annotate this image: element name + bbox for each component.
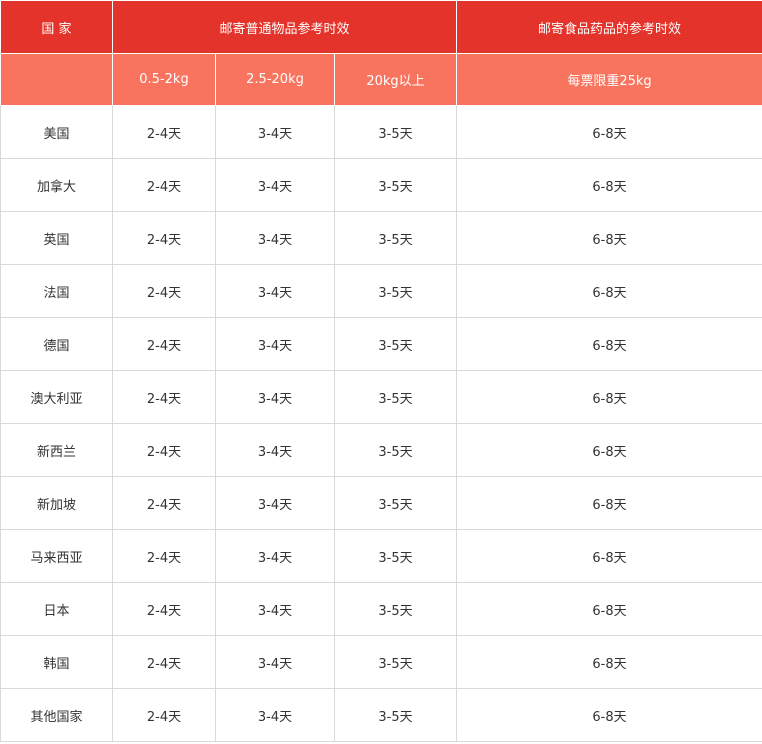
table-row: 马来西亚 2-4天 3-4天 3-5天 6-8天 [0,529,762,583]
time-cell-medium: 3-4天 [215,370,335,424]
time-cell-medium: 3-4天 [215,317,335,371]
time-cell-medium: 3-4天 [215,529,335,583]
time-cell-light: 2-4天 [112,317,216,371]
time-cell-medium: 3-4天 [215,635,335,689]
subheader-weight-3: 20kg以上 [334,53,457,106]
header-normal-goods: 邮寄普通物品参考时效 [112,0,457,54]
time-cell-heavy: 3-5天 [334,158,457,212]
shipping-time-table: 国 家 邮寄普通物品参考时效 邮寄食品药品的参考时效 0.5-2kg 2.5-2… [0,0,762,742]
time-cell-light: 2-4天 [112,158,216,212]
table-row: 其他国家 2-4天 3-4天 3-5天 6-8天 [0,688,762,742]
time-cell-heavy: 3-5天 [334,105,457,159]
time-cell-light: 2-4天 [112,264,216,318]
table-row: 美国 2-4天 3-4天 3-5天 6-8天 [0,105,762,159]
country-cell: 加拿大 [0,158,113,212]
time-cell-food: 6-8天 [456,317,762,371]
time-cell-medium: 3-4天 [215,688,335,742]
time-cell-medium: 3-4天 [215,105,335,159]
time-cell-light: 2-4天 [112,688,216,742]
time-cell-heavy: 3-5天 [334,688,457,742]
time-cell-medium: 3-4天 [215,582,335,636]
time-cell-light: 2-4天 [112,582,216,636]
table-row: 加拿大 2-4天 3-4天 3-5天 6-8天 [0,158,762,212]
time-cell-light: 2-4天 [112,211,216,265]
time-cell-food: 6-8天 [456,264,762,318]
country-cell: 日本 [0,582,113,636]
time-cell-heavy: 3-5天 [334,635,457,689]
table-row: 英国 2-4天 3-4天 3-5天 6-8天 [0,211,762,265]
subheader-blank [0,53,113,106]
country-cell: 马来西亚 [0,529,113,583]
time-cell-heavy: 3-5天 [334,582,457,636]
subheader-limit: 每票限重25kg [456,53,762,106]
subheader-weight-1: 0.5-2kg [112,53,216,106]
table-row: 法国 2-4天 3-4天 3-5天 6-8天 [0,264,762,318]
time-cell-medium: 3-4天 [215,158,335,212]
time-cell-heavy: 3-5天 [334,317,457,371]
time-cell-heavy: 3-5天 [334,529,457,583]
subheader-row: 0.5-2kg 2.5-20kg 20kg以上 每票限重25kg [0,53,762,106]
country-cell: 韩国 [0,635,113,689]
time-cell-food: 6-8天 [456,211,762,265]
time-cell-light: 2-4天 [112,423,216,477]
table-row: 新加坡 2-4天 3-4天 3-5天 6-8天 [0,476,762,530]
country-cell: 德国 [0,317,113,371]
time-cell-food: 6-8天 [456,423,762,477]
time-cell-medium: 3-4天 [215,423,335,477]
time-cell-medium: 3-4天 [215,476,335,530]
time-cell-medium: 3-4天 [215,264,335,318]
country-cell: 澳大利亚 [0,370,113,424]
time-cell-food: 6-8天 [456,635,762,689]
header-row: 国 家 邮寄普通物品参考时效 邮寄食品药品的参考时效 [0,0,762,54]
time-cell-medium: 3-4天 [215,211,335,265]
time-cell-food: 6-8天 [456,688,762,742]
time-cell-light: 2-4天 [112,105,216,159]
header-country: 国 家 [0,0,113,54]
header-food-medicine: 邮寄食品药品的参考时效 [456,0,762,54]
time-cell-heavy: 3-5天 [334,476,457,530]
table-row: 德国 2-4天 3-4天 3-5天 6-8天 [0,317,762,371]
time-cell-light: 2-4天 [112,529,216,583]
time-cell-light: 2-4天 [112,635,216,689]
country-cell: 新西兰 [0,423,113,477]
time-cell-food: 6-8天 [456,158,762,212]
time-cell-light: 2-4天 [112,476,216,530]
country-cell: 英国 [0,211,113,265]
time-cell-heavy: 3-5天 [334,211,457,265]
subheader-weight-2: 2.5-20kg [215,53,335,106]
table-row: 日本 2-4天 3-4天 3-5天 6-8天 [0,582,762,636]
time-cell-food: 6-8天 [456,105,762,159]
time-cell-food: 6-8天 [456,370,762,424]
time-cell-heavy: 3-5天 [334,370,457,424]
time-cell-heavy: 3-5天 [334,264,457,318]
country-cell: 其他国家 [0,688,113,742]
country-cell: 新加坡 [0,476,113,530]
time-cell-food: 6-8天 [456,476,762,530]
country-cell: 美国 [0,105,113,159]
time-cell-light: 2-4天 [112,370,216,424]
time-cell-heavy: 3-5天 [334,423,457,477]
table-row: 澳大利亚 2-4天 3-4天 3-5天 6-8天 [0,370,762,424]
time-cell-food: 6-8天 [456,582,762,636]
time-cell-food: 6-8天 [456,529,762,583]
country-cell: 法国 [0,264,113,318]
table-row: 韩国 2-4天 3-4天 3-5天 6-8天 [0,635,762,689]
table-row: 新西兰 2-4天 3-4天 3-5天 6-8天 [0,423,762,477]
